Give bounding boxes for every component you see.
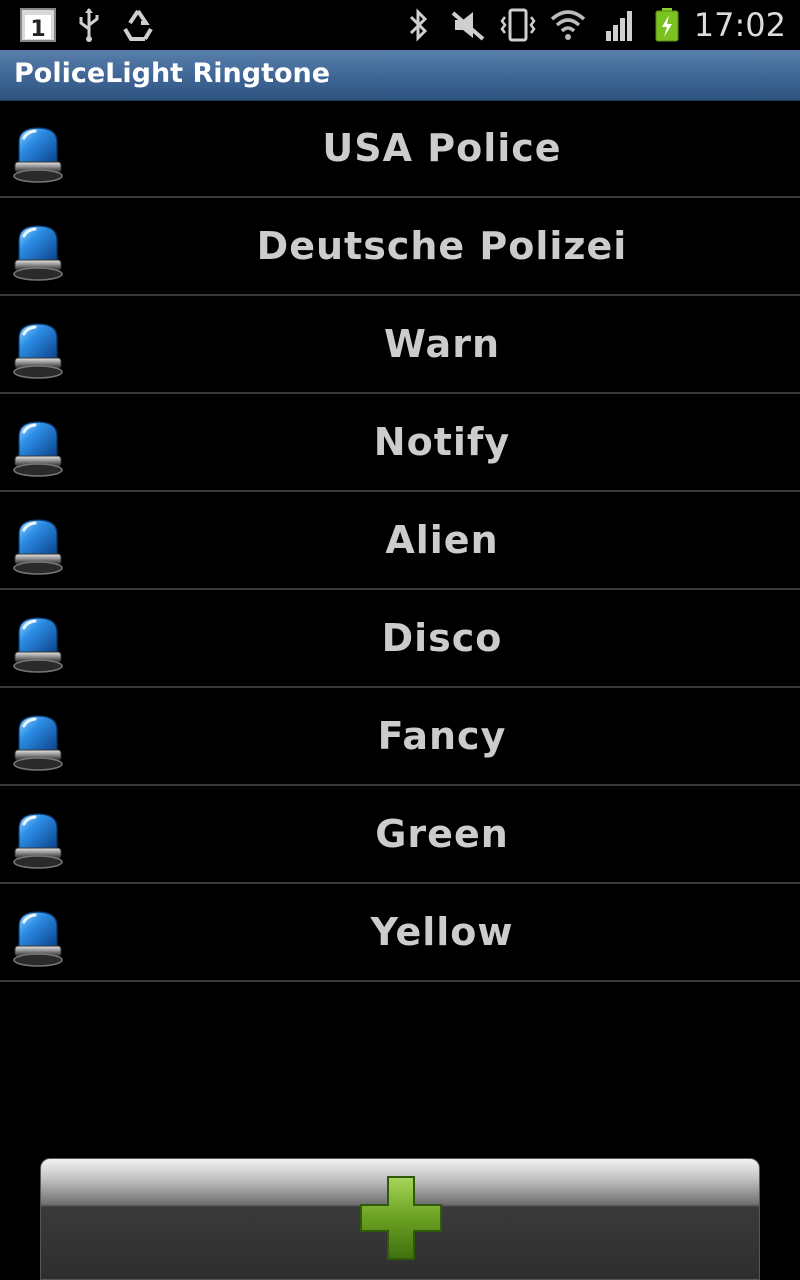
signal-icon bbox=[602, 0, 636, 50]
recycle-icon bbox=[118, 0, 158, 50]
ringtone-row[interactable]: Disco bbox=[0, 590, 800, 688]
ringtone-label: Alien bbox=[385, 518, 499, 562]
plus-icon bbox=[360, 1176, 442, 1260]
ringtone-label: Notify bbox=[373, 420, 511, 464]
siren-icon bbox=[11, 810, 65, 870]
ringtone-row[interactable]: Yellow bbox=[0, 884, 800, 982]
ringtone-row[interactable]: Fancy bbox=[0, 688, 800, 786]
add-ringtone-button[interactable] bbox=[40, 1158, 760, 1280]
ringtone-label: Warn bbox=[384, 322, 500, 366]
ringtone-row[interactable]: Green bbox=[0, 786, 800, 884]
bluetooth-icon bbox=[404, 0, 432, 50]
siren-icon bbox=[11, 712, 65, 772]
vibrate-icon bbox=[498, 0, 538, 50]
ringtone-label: Green bbox=[375, 812, 509, 856]
ringtone-label: Disco bbox=[381, 616, 503, 660]
notification-count-icon: 1 bbox=[18, 0, 58, 50]
siren-icon bbox=[11, 516, 65, 576]
siren-icon bbox=[11, 908, 65, 968]
ringtone-label: USA Police bbox=[322, 126, 562, 170]
app-title-bar: PoliceLight Ringtone bbox=[0, 50, 800, 101]
app-title: PoliceLight Ringtone bbox=[14, 58, 331, 89]
siren-icon bbox=[11, 418, 65, 478]
ringtone-label: Fancy bbox=[377, 714, 507, 758]
siren-icon bbox=[11, 320, 65, 380]
ringtone-list: USA Police Deutsche Polizei Warn Notify … bbox=[0, 100, 800, 982]
status-bar: 1 17:02 bbox=[0, 0, 800, 50]
ringtone-label: Yellow bbox=[370, 910, 514, 954]
ringtone-row[interactable]: Alien bbox=[0, 492, 800, 590]
notification-badge-text: 1 bbox=[30, 17, 45, 42]
mute-icon bbox=[448, 0, 488, 50]
siren-icon bbox=[11, 124, 65, 184]
battery-charging-icon bbox=[652, 0, 682, 50]
siren-icon bbox=[11, 222, 65, 282]
ringtone-row[interactable]: Deutsche Polizei bbox=[0, 198, 800, 296]
siren-icon bbox=[11, 614, 65, 674]
ringtone-row[interactable]: Warn bbox=[0, 296, 800, 394]
ringtone-row[interactable]: USA Police bbox=[0, 100, 800, 198]
wifi-icon bbox=[548, 0, 588, 50]
clock: 17:02 bbox=[693, 6, 786, 44]
ringtone-row[interactable]: Notify bbox=[0, 394, 800, 492]
ringtone-label: Deutsche Polizei bbox=[256, 224, 628, 268]
usb-icon bbox=[74, 0, 104, 50]
